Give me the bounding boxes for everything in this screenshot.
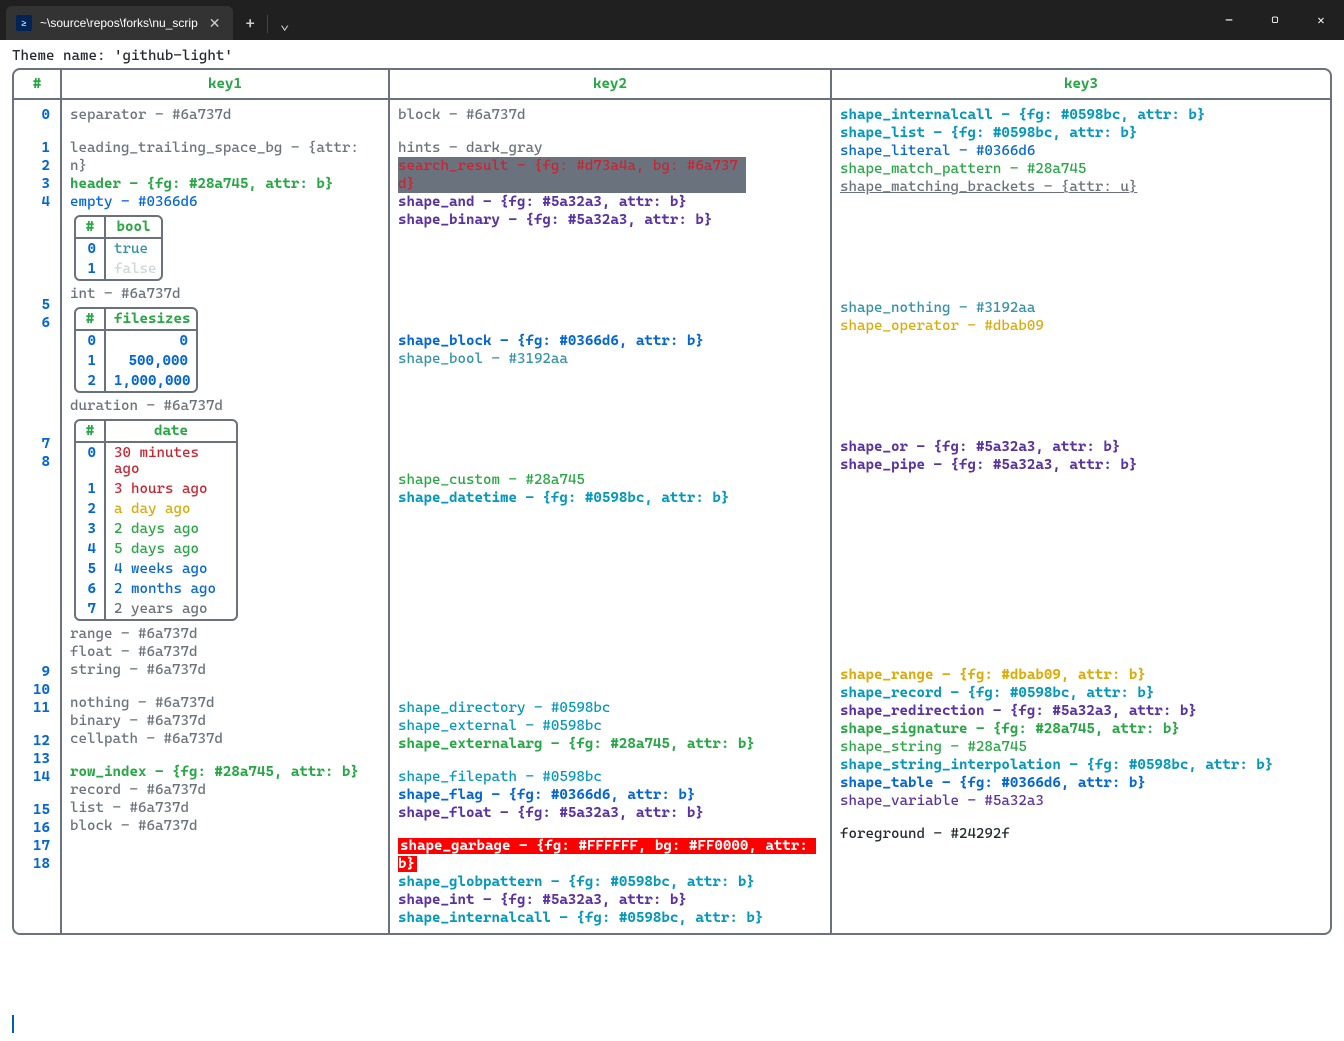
shape-block: shape_block - {fg: #0366d6, attr: b} [398, 332, 822, 350]
header-key1: key1 [62, 70, 390, 98]
table-row: 54 weeks ago [76, 559, 236, 579]
shape-int: shape_int - {fg: #5a32a3, attr: b} [398, 891, 822, 909]
theme-name-line: Theme name: 'github-light' [12, 48, 1332, 64]
table-row: 32 days ago [76, 519, 236, 539]
shape-garbage: shape_garbage - {fg: #FFFFFF, bg: #FF000… [398, 837, 822, 873]
shape-binary: shape_binary - {fg: #5a32a3, attr: b} [398, 211, 822, 229]
shape-globpattern: shape_globpattern - {fg: #0598bc, attr: … [398, 873, 822, 891]
shape-range: shape_range - {fg: #dbab09, attr: b} [840, 666, 1322, 684]
shape-external: shape_external - #0598bc [398, 717, 822, 735]
table-row: 13 hours ago [76, 479, 236, 499]
table-row: 1500,000 [76, 351, 196, 371]
tab-close-icon[interactable]: ✕ [206, 15, 224, 32]
table-row: 0true [76, 239, 161, 259]
shape-record: shape_record - {fg: #0598bc, attr: b} [840, 684, 1322, 702]
hints: hints - dark_gray [398, 139, 822, 157]
shape-internalcall-k2: shape_internalcall - {fg: #0598bc, attr:… [398, 909, 822, 927]
new-tab-button[interactable]: + [233, 9, 266, 37]
shape-or: shape_or - {fg: #5a32a3, attr: b} [840, 438, 1322, 456]
shape-table: shape_table - {fg: #0366d6, attr: b} [840, 774, 1322, 792]
table-row: 21,000,000 [76, 371, 196, 391]
table-row: 45 days ago [76, 539, 236, 559]
date-table: # date 030 minutes ago13 hours ago2a day… [74, 419, 238, 621]
cellpath-style: cellpath - #6a737d [70, 730, 380, 748]
header-index: # [14, 70, 62, 98]
string-style: string - #6a737d [70, 661, 380, 679]
shape-datetime: shape_datetime - {fg: #0598bc, attr: b} [398, 489, 822, 507]
shape-bool: shape_bool - #3192aa [398, 350, 822, 368]
empty-style: empty - #0366d6 [70, 193, 380, 211]
shape-internalcall-k3: shape_internalcall - {fg: #0598bc, attr:… [840, 106, 1322, 124]
index-column: 0 1 2 3 4 5 6 7 8 9 10 11 12 13 14 [14, 100, 62, 933]
table-row: 030 minutes ago [76, 443, 236, 479]
header-key2: key2 [390, 70, 832, 98]
record-style: record - #6a737d [70, 781, 380, 799]
range-style: range - #6a737d [70, 625, 380, 643]
duration-style: duration - #6a737d [70, 397, 380, 415]
int-style: int - #6a737d [70, 285, 380, 303]
shape-matching-brackets: shape_matching_brackets - {attr: u} [840, 178, 1322, 196]
block-k1-style: block - #6a737d [70, 817, 380, 835]
list-style: list - #6a737d [70, 799, 380, 817]
title-bar: ≥ ~\source\repos\forks\nu_scrip ✕ + ⌄ — … [0, 0, 1344, 40]
key1-column: separator - #6a737d leading_trailing_spa… [62, 100, 390, 933]
table-row: 62 months ago [76, 579, 236, 599]
shape-and: shape_and - {fg: #5a32a3, attr: b} [398, 193, 822, 211]
key3-column: shape_internalcall - {fg: #0598bc, attr:… [832, 100, 1330, 933]
shape-pipe: shape_pipe - {fg: #5a32a3, attr: b} [840, 456, 1322, 474]
table-row: 72 years ago [76, 599, 236, 619]
shape-float: shape_float - {fg: #5a32a3, attr: b} [398, 804, 822, 822]
float-style: float - #6a737d [70, 643, 380, 661]
shape-directory: shape_directory - #0598bc [398, 699, 822, 717]
shape-match-pattern: shape_match_pattern - #28a745 [840, 160, 1322, 178]
window-minimize-button[interactable]: — [1206, 0, 1252, 40]
shape-externalarg: shape_externalarg - {fg: #28a745, attr: … [398, 735, 822, 753]
shape-nothing: shape_nothing - #3192aa [840, 299, 1322, 317]
block-k2: block - #6a737d [398, 106, 822, 124]
table-row: 00 [76, 331, 196, 351]
search-result: search_result - {fg: #d73a4a, bg: #6a737… [398, 157, 822, 193]
key2-column: block - #6a737d hints - dark_gray search… [390, 100, 832, 933]
header-key3: key3 [832, 70, 1330, 98]
theme-table: # key1 key2 key3 0 1 2 3 4 5 6 7 8 9 [12, 68, 1332, 935]
filesize-table: # filesizes 001500,00021,000,000 [74, 307, 198, 393]
tab-menu-button[interactable]: ⌄ [268, 9, 302, 37]
nothing-style: nothing - #6a737d [70, 694, 380, 712]
bool-table: # bool 0true1false [74, 215, 163, 281]
terminal-area[interactable]: Theme name: 'github-light' # key1 key2 k… [0, 40, 1344, 1041]
terminal-cursor [12, 1015, 14, 1033]
tab-title: ~\source\repos\forks\nu_scrip [40, 16, 198, 30]
window-close-button[interactable]: ✕ [1298, 0, 1344, 40]
leading-trailing: leading_trailing_space_bg - {attr: n} [70, 139, 380, 175]
window-tab[interactable]: ≥ ~\source\repos\forks\nu_scrip ✕ [6, 6, 233, 40]
table-row: 1false [76, 259, 161, 279]
table-row: 2a day ago [76, 499, 236, 519]
window-maximize-button[interactable]: ▢ [1252, 0, 1298, 40]
shape-filepath: shape_filepath - #0598bc [398, 768, 822, 786]
powershell-icon: ≥ [16, 15, 32, 31]
shape-custom: shape_custom - #28a745 [398, 471, 822, 489]
shape-string: shape_string - #28a745 [840, 738, 1322, 756]
shape-literal: shape_literal - #0366d6 [840, 142, 1322, 160]
shape-list: shape_list - {fg: #0598bc, attr: b} [840, 124, 1322, 142]
shape-string-interpolation: shape_string_interpolation - {fg: #0598b… [840, 756, 1322, 774]
foreground: foreground - #24292f [840, 825, 1322, 843]
row-index-style: row_index - {fg: #28a745, attr: b} [70, 763, 380, 781]
shape-flag: shape_flag - {fg: #0366d6, attr: b} [398, 786, 822, 804]
header-style: header - {fg: #28a745, attr: b} [70, 175, 380, 193]
shape-operator: shape_operator - #dbab09 [840, 317, 1322, 335]
shape-signature: shape_signature - {fg: #28a745, attr: b} [840, 720, 1322, 738]
shape-variable: shape_variable - #5a32a3 [840, 792, 1322, 810]
shape-redirection: shape_redirection - {fg: #5a32a3, attr: … [840, 702, 1322, 720]
binary-style: binary - #6a737d [70, 712, 380, 730]
table-header-row: # key1 key2 key3 [14, 70, 1330, 100]
separator: separator - #6a737d [70, 106, 380, 124]
